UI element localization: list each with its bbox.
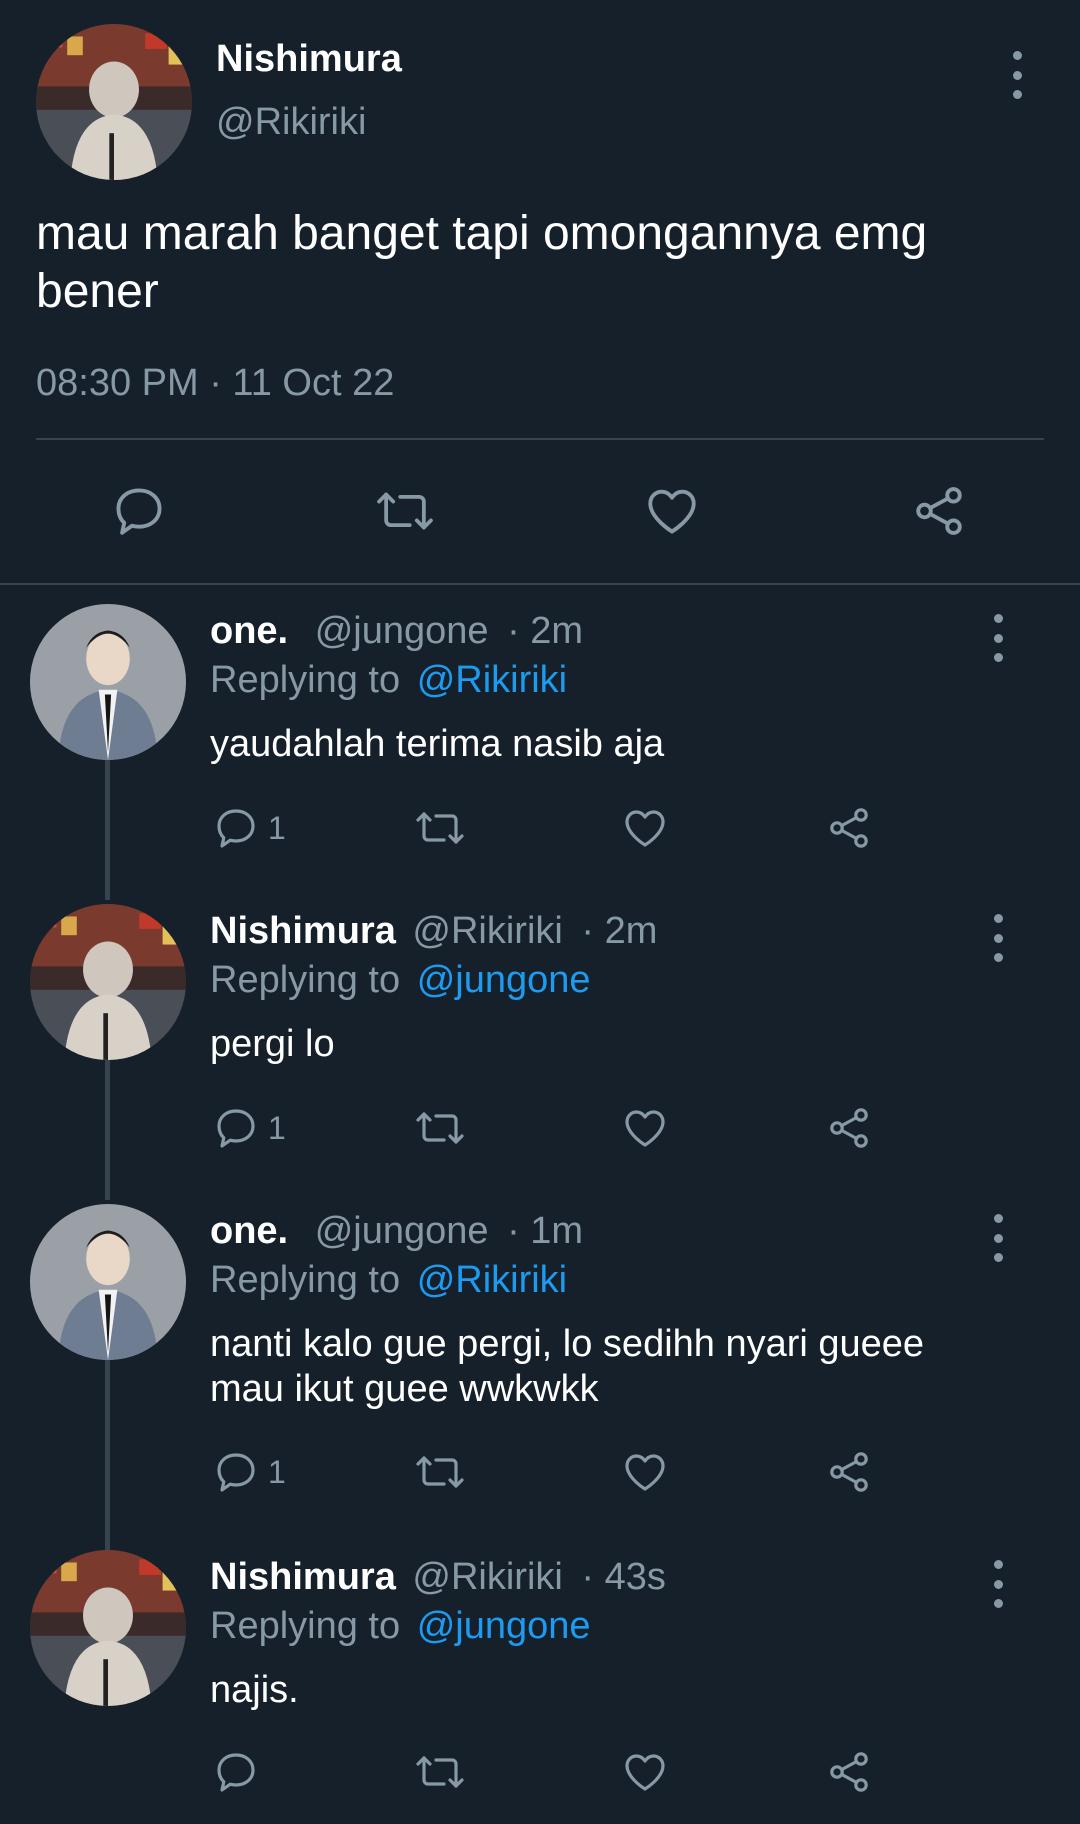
retweet-icon — [416, 1456, 464, 1488]
reply-display-name[interactable]: Nishimura — [210, 1556, 396, 1598]
replying-to-handle[interactable]: @Rikiriki — [417, 659, 567, 701]
retweet-icon — [416, 812, 464, 844]
reply-time: · 2m — [507, 610, 584, 652]
share-icon — [830, 808, 868, 848]
avatar[interactable] — [30, 1204, 186, 1360]
reply-text: najis. — [210, 1669, 299, 1711]
main-display-name[interactable]: Nishimura — [216, 38, 402, 81]
share-button[interactable] — [824, 1748, 874, 1796]
reply-tweet[interactable]: one. @jungone · 1m Replying to @Rikiriki… — [0, 1204, 1080, 1534]
avatar[interactable] — [36, 24, 192, 180]
share-icon — [916, 487, 962, 535]
reply-handle[interactable]: @Rikiriki — [412, 1556, 562, 1598]
reply-display-name[interactable]: one. — [210, 610, 288, 652]
like-button[interactable] — [620, 804, 670, 852]
share-icon — [830, 1452, 868, 1492]
reply-text: nanti kalo gue pergi, lo sedihh nyari gu… — [210, 1323, 925, 1410]
retweet-button[interactable] — [372, 482, 438, 540]
reply-text: yaudahlah terima nasib aja — [210, 723, 665, 765]
reply-icon — [217, 809, 255, 848]
more-options-icon[interactable] — [1005, 51, 1029, 99]
reply-time: · 1m — [507, 1210, 584, 1252]
retweet-icon — [377, 492, 433, 530]
retweet-button[interactable] — [412, 1104, 468, 1152]
more-options-icon[interactable] — [986, 914, 1010, 962]
tweet-timestamp: 08:30 PM · 11 Oct 22 — [36, 362, 395, 404]
retweet-button[interactable] — [412, 804, 468, 852]
share-button[interactable] — [824, 1448, 874, 1496]
like-button[interactable] — [642, 482, 702, 540]
more-options-icon[interactable] — [986, 614, 1010, 662]
reply-tweet[interactable]: Nishimura @Rikiriki · 2m Replying to @ju… — [0, 904, 1080, 1194]
section-divider — [0, 583, 1080, 585]
reply-text: pergi lo — [210, 1023, 335, 1065]
replying-to-label: Replying to — [210, 659, 401, 701]
retweet-icon — [416, 1756, 464, 1788]
avatar[interactable] — [30, 1550, 186, 1706]
replying-to-handle[interactable]: @Rikiriki — [417, 1259, 567, 1301]
retweet-button[interactable] — [412, 1748, 468, 1796]
avatar-suit-photo — [30, 1204, 186, 1360]
reply-icon — [217, 1109, 255, 1148]
like-button[interactable] — [620, 1748, 670, 1796]
replying-to-label: Replying to — [210, 959, 401, 1001]
share-icon — [830, 1752, 868, 1792]
main-handle[interactable]: @Rikiriki — [216, 101, 366, 144]
reply-button[interactable]: 1 — [212, 1104, 286, 1152]
replying-to-label: Replying to — [210, 1259, 401, 1301]
like-icon — [625, 810, 665, 847]
avatar-hoodie-photo — [36, 24, 192, 180]
reply-count: 1 — [268, 1453, 286, 1490]
reply-display-name[interactable]: Nishimura — [210, 910, 396, 952]
share-button[interactable] — [824, 804, 874, 852]
share-button[interactable] — [824, 1104, 874, 1152]
main-tweet-text: mau marah banget tapi omongannya emg ben… — [36, 207, 928, 318]
reply-button[interactable] — [110, 482, 168, 540]
replying-to-handle[interactable]: @jungone — [417, 1605, 591, 1647]
like-icon — [648, 489, 696, 534]
like-icon — [625, 1454, 665, 1491]
avatar-hoodie-photo — [30, 1550, 186, 1706]
reply-time: · 2m — [581, 910, 658, 952]
more-options-icon[interactable] — [986, 1214, 1010, 1262]
reply-tweet[interactable]: one. @jungone · 2m Replying to @Rikiriki… — [0, 604, 1080, 894]
avatar-hoodie-photo — [30, 904, 186, 1060]
reply-icon — [116, 488, 162, 535]
like-button[interactable] — [620, 1448, 670, 1496]
reply-display-name[interactable]: one. — [210, 1210, 288, 1252]
main-tweet: Nishimura @Rikiriki mau marah banget tap… — [0, 0, 1080, 583]
reply-icon — [217, 1453, 255, 1492]
share-icon — [830, 1108, 868, 1148]
like-button[interactable] — [620, 1104, 670, 1152]
reply-handle[interactable]: @jungone — [315, 1210, 489, 1252]
reply-button[interactable]: 1 — [212, 1448, 286, 1496]
reply-handle[interactable]: @Rikiriki — [412, 910, 562, 952]
retweet-icon — [416, 1112, 464, 1144]
replying-to-label: Replying to — [210, 1605, 401, 1647]
like-icon — [625, 1754, 665, 1791]
avatar[interactable] — [30, 904, 186, 1060]
reply-handle[interactable]: @jungone — [315, 610, 489, 652]
reply-tweet[interactable]: Nishimura @Rikiriki · 43s Replying to @j… — [0, 1550, 1080, 1824]
share-button[interactable] — [908, 482, 970, 540]
reply-button[interactable] — [212, 1748, 268, 1796]
reply-count: 1 — [268, 809, 286, 846]
like-icon — [625, 1110, 665, 1147]
retweet-button[interactable] — [412, 1448, 468, 1496]
reply-icon — [217, 1753, 255, 1792]
reply-count: 1 — [268, 1109, 286, 1146]
avatar-suit-photo — [30, 604, 186, 760]
more-options-icon[interactable] — [986, 1560, 1010, 1608]
avatar[interactable] — [30, 604, 186, 760]
reply-time: · 43s — [581, 1556, 666, 1598]
reply-button[interactable]: 1 — [212, 804, 286, 852]
replying-to-handle[interactable]: @jungone — [417, 959, 591, 1001]
divider — [36, 438, 1044, 440]
